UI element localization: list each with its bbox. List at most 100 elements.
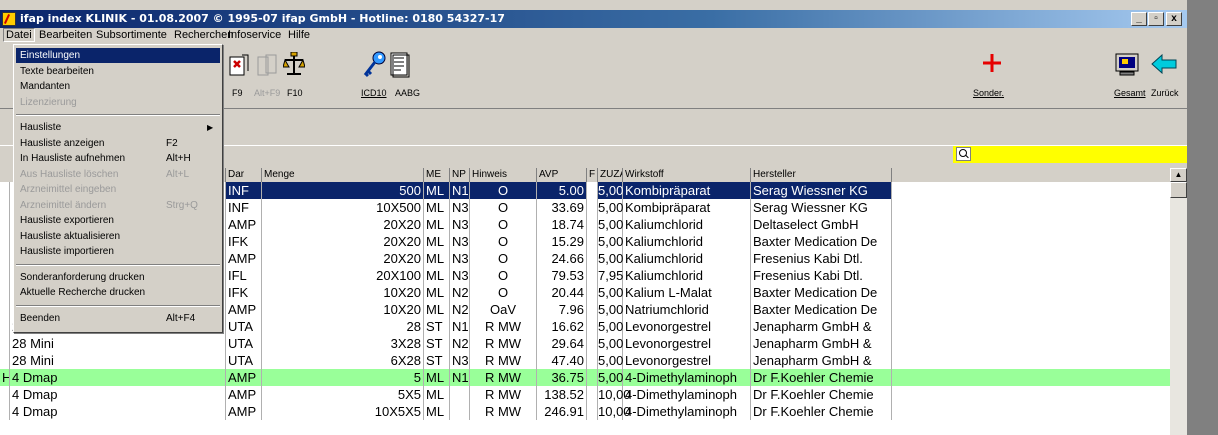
menu-item-label: Hausliste anzeigen bbox=[20, 137, 105, 149]
header-zuza[interactable]: ZUZA bbox=[598, 168, 623, 182]
minimize-button[interactable]: _ bbox=[1131, 12, 1147, 26]
menu-item-label: In Hausliste aufnehmen bbox=[20, 153, 126, 164]
search-icon[interactable] bbox=[956, 147, 971, 161]
menu-item-label: Texte bearbeiten bbox=[20, 65, 94, 77]
cell-me: ML bbox=[424, 267, 450, 284]
table-row[interactable]: 4 Dmap AMP 10X5X5 ML R MW 246.91 10,00 4-Dimeth… bbox=[0, 403, 1170, 420]
altf9-book-icon[interactable] bbox=[256, 53, 278, 77]
menu-item-hausliste-exportieren[interactable]: Hausliste exportieren bbox=[16, 213, 220, 228]
menu-item-hausliste[interactable]: Hausliste ▶ bbox=[16, 120, 220, 135]
cell-house-flag bbox=[0, 301, 10, 318]
cell-menge: 20X20 bbox=[262, 216, 424, 233]
menu-item-label: Sonderanforderung drucken bbox=[20, 271, 145, 283]
header-filler bbox=[892, 168, 1170, 182]
menu-item-in-hausliste-aufnehmen[interactable]: In Hausliste aufnehmen Alt+H bbox=[16, 151, 220, 166]
header-np[interactable]: NP bbox=[450, 168, 470, 182]
scroll-thumb[interactable] bbox=[1170, 182, 1187, 198]
cell-me: ML bbox=[424, 284, 450, 301]
cell-house-flag bbox=[0, 335, 10, 352]
cell-zuza: 5,00 bbox=[598, 284, 624, 301]
menu-subsortimente[interactable]: Subsortimente bbox=[94, 29, 169, 41]
cell-me: ML bbox=[424, 250, 450, 267]
monitor-icon[interactable] bbox=[1114, 52, 1140, 78]
app-icon[interactable] bbox=[2, 12, 16, 26]
maximize-button[interactable]: ▫ bbox=[1148, 12, 1164, 26]
scale-icon[interactable] bbox=[282, 51, 306, 78]
table-row[interactable]: 28 Mini UTA 6X28 ST N3 R MW 47.40 5,00 Levonorge… bbox=[0, 352, 1170, 369]
cell-house-flag bbox=[0, 403, 10, 420]
cell-f bbox=[587, 318, 598, 335]
title-bar[interactable]: ifap index KLINIK - 01.08.2007 © 1995-07… bbox=[0, 10, 1187, 28]
scroll-up-icon[interactable]: ▲ bbox=[1170, 168, 1187, 182]
cell-hersteller: Fresenius Kabi Dtl. bbox=[751, 250, 892, 267]
menu-item-shortcut: Alt+L bbox=[166, 168, 190, 180]
menu-hilfe[interactable]: Hilfe bbox=[286, 29, 312, 41]
cell-zuza: 5,00 bbox=[598, 352, 624, 369]
header-wirkstoff[interactable]: Wirkstoff bbox=[623, 168, 751, 182]
menu-item-sonderanforderung-drucken[interactable]: Sonderanforderung drucken bbox=[16, 270, 220, 285]
cell-me: ML bbox=[424, 199, 450, 216]
cell-avp: 18.74 bbox=[537, 216, 587, 233]
cell-f bbox=[587, 352, 598, 369]
header-hersteller[interactable]: Hersteller bbox=[751, 168, 892, 182]
cell-zuza: 5,00 bbox=[598, 369, 624, 386]
cell-f bbox=[587, 216, 598, 233]
header-f[interactable]: F bbox=[587, 168, 598, 182]
menu-item-aus-hausliste-l-schen: Aus Hausliste löschen Alt+L bbox=[16, 167, 220, 182]
menu-separator bbox=[16, 263, 220, 266]
f9-book-icon[interactable] bbox=[228, 53, 250, 77]
cell-me: ST bbox=[424, 318, 450, 335]
menu-separator bbox=[16, 304, 220, 307]
cell-zuza: 7,95 bbox=[598, 267, 624, 284]
menu-item-hausliste-importieren[interactable]: Hausliste importieren bbox=[16, 244, 220, 259]
table-row[interactable]: H4 DmapAMP5MLN1R MW36.75 5,004-Dimethylam… bbox=[0, 369, 1170, 386]
back-arrow-icon[interactable] bbox=[1150, 53, 1178, 75]
menu-infoservice[interactable]: Infoservice bbox=[226, 29, 283, 41]
cell-dar: AMP bbox=[226, 386, 262, 403]
cell-avp: 246.91 bbox=[537, 403, 587, 420]
table-row[interactable]: 4 Dmap AMP 5X5 ML R MW 138.52 10,00 4-Dimethyla… bbox=[0, 386, 1170, 403]
cell-dar: AMP bbox=[226, 250, 262, 267]
cell-hinweis: O bbox=[470, 267, 537, 284]
menu-bearbeiten[interactable]: Bearbeiten bbox=[37, 29, 94, 41]
aabg-label: AABG bbox=[395, 88, 421, 98]
cell-house-flag bbox=[0, 267, 10, 284]
cell-np: N3 bbox=[452, 267, 470, 284]
key-icon[interactable] bbox=[362, 51, 386, 79]
close-button[interactable]: x bbox=[1166, 12, 1182, 26]
menu-item-einstellungen[interactable]: Einstellungen bbox=[16, 48, 220, 63]
cell-house-flag bbox=[0, 284, 10, 301]
cell-dar: IFK bbox=[226, 284, 262, 301]
header-dar[interactable]: Dar bbox=[226, 168, 262, 182]
search-field[interactable] bbox=[953, 146, 1187, 163]
menu-item-texte-bearbeiten[interactable]: Texte bearbeiten bbox=[16, 64, 220, 79]
menu-item-beenden[interactable]: Beenden Alt+F4 bbox=[16, 311, 220, 326]
cell-house-flag bbox=[0, 182, 10, 199]
cell-wirkstoff: Levonorgestrel bbox=[623, 352, 751, 369]
menu-item-hausliste-aktualisieren[interactable]: Hausliste aktualisieren bbox=[16, 229, 220, 244]
menu-item-mandanten[interactable]: Mandanten bbox=[16, 79, 220, 94]
icd10-label: ICD10 bbox=[361, 88, 387, 98]
header-menge[interactable]: Menge bbox=[262, 168, 424, 182]
red-cross-icon[interactable] bbox=[982, 53, 1002, 73]
menu-item-aktuelle-recherche-drucken[interactable]: Aktuelle Recherche drucken bbox=[16, 285, 220, 300]
cell-np bbox=[450, 403, 470, 420]
desktop-background bbox=[1187, 0, 1218, 435]
menu-item-label: Hausliste aktualisieren bbox=[20, 230, 121, 242]
menu-item-label: Aktuelle Recherche drucken bbox=[20, 287, 146, 298]
document-icon[interactable] bbox=[388, 52, 410, 78]
menu-datei[interactable]: Datei bbox=[3, 28, 35, 42]
header-hinweis[interactable]: Hinweis bbox=[470, 168, 537, 182]
cell-zuza: 5,00 bbox=[598, 216, 624, 233]
cell-hinweis: R MW bbox=[470, 352, 537, 369]
cell-dar: IFK bbox=[226, 233, 262, 250]
header-avp[interactable]: AVP bbox=[537, 168, 587, 182]
vertical-scrollbar[interactable]: ▲ bbox=[1170, 168, 1187, 435]
cell-me: ML bbox=[424, 403, 450, 420]
cell-np: N1 bbox=[452, 369, 470, 386]
menu-item-hausliste-anzeigen[interactable]: Hausliste anzeigen F2 bbox=[16, 136, 220, 151]
table-row[interactable]: 28 Mini UTA 3X28 ST N2 R MW 29.64 5,00 Levonorge… bbox=[0, 335, 1170, 352]
header-me[interactable]: ME bbox=[424, 168, 450, 182]
cell-house-flag bbox=[0, 386, 10, 403]
sonder-label: Sonder. bbox=[973, 88, 1005, 98]
